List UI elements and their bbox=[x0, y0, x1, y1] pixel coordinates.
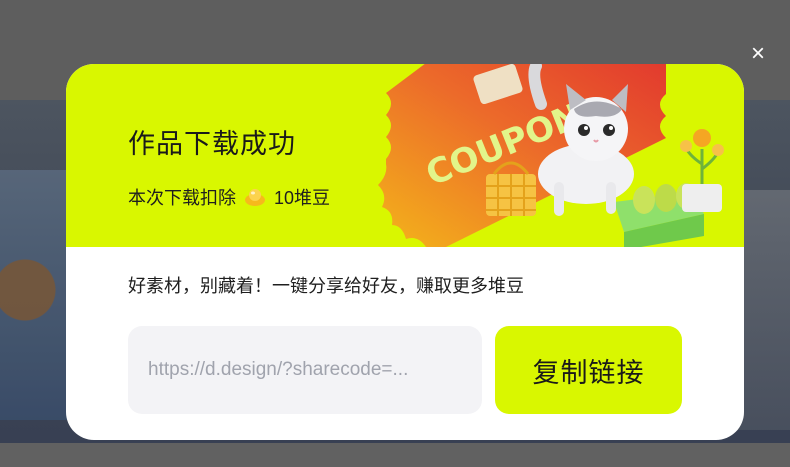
dialog-title: 作品下载成功 bbox=[128, 129, 296, 159]
bean-icon bbox=[245, 189, 265, 206]
share-prompt: 好素材，别藏着！一键分享给好友，赚取更多堆豆 bbox=[128, 276, 524, 296]
dialog-banner: COUPON 作品下载成功 本次下载扣除 10堆豆 bbox=[66, 64, 744, 247]
deduct-amount: 10堆豆 bbox=[274, 188, 331, 208]
deduct-info: 本次下载扣除 10堆豆 bbox=[128, 184, 330, 210]
close-icon[interactable]: × bbox=[746, 42, 770, 66]
background-footer bbox=[0, 443, 790, 467]
download-success-dialog: COUPON 作品下载成功 本次下载扣除 10堆豆 好素材，别藏着！一键分享给好… bbox=[66, 64, 744, 440]
copy-link-button[interactable]: 复制链接 bbox=[495, 326, 682, 414]
cat-illustration bbox=[486, 64, 724, 247]
background-illustration-left bbox=[0, 170, 70, 420]
deduct-prefix: 本次下载扣除 bbox=[128, 188, 236, 208]
share-link-field[interactable]: https://d.design/?sharecode=... bbox=[128, 326, 482, 414]
